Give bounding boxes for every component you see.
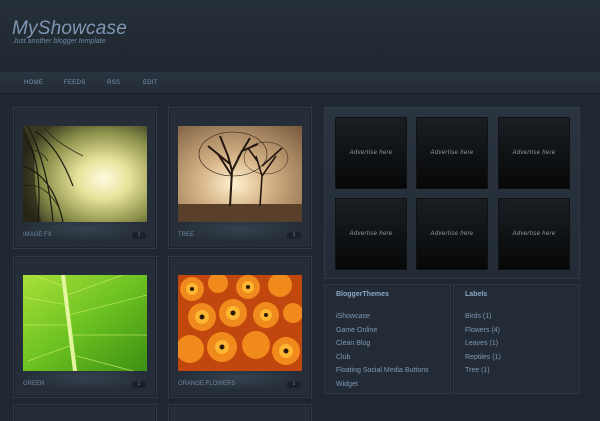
post-tile-green[interactable]: GREEN 1 xyxy=(13,256,157,398)
tile-label[interactable]: GREEN xyxy=(23,381,44,387)
main-nav: HOME FEEDS RSS EDIT xyxy=(0,72,600,94)
list-item[interactable]: Birds (1) xyxy=(465,312,501,326)
list-item[interactable]: iShowcase xyxy=(336,312,429,326)
tile-label[interactable]: IMAGE FX xyxy=(23,232,52,238)
tile-label[interactable]: TREE xyxy=(178,232,194,238)
list-item[interactable]: Widget xyxy=(336,380,429,394)
thumbnail-tree[interactable] xyxy=(178,126,302,222)
ad-slot[interactable]: Advertise here xyxy=(335,198,407,270)
widget-title: Labels xyxy=(465,291,488,298)
widget-title: BloggerThemes xyxy=(336,291,389,298)
list-item[interactable]: Reptiles (1) xyxy=(465,353,501,367)
ad-slot[interactable]: Advertise here xyxy=(498,117,570,189)
list-item[interactable]: Leaves (1) xyxy=(465,339,501,353)
site-title[interactable]: MyShowcase xyxy=(12,18,127,40)
ad-text: Advertise here xyxy=(512,150,556,156)
post-tile-partial[interactable] xyxy=(13,404,157,421)
advertise-panel: Advertise here Advertise here Advertise … xyxy=(324,107,580,279)
leaf-image xyxy=(23,275,147,371)
ad-text: Advertise here xyxy=(430,150,474,156)
nav-feeds[interactable]: FEEDS xyxy=(64,80,86,86)
ad-text: Advertise here xyxy=(349,231,393,237)
ad-text: Advertise here xyxy=(430,231,474,237)
thumbnail-image-fx[interactable] xyxy=(23,126,147,222)
nav-home[interactable]: HOME xyxy=(24,80,43,86)
thumbnail-orange-flowers[interactable] xyxy=(178,275,302,371)
comment-count-badge: 1 xyxy=(287,381,301,388)
blogger-themes-list: iShowcase Game Online Clean Blog Club Fl… xyxy=(336,312,429,393)
list-item[interactable]: Flowers (4) xyxy=(465,326,501,340)
ad-slot[interactable]: Advertise here xyxy=(335,117,407,189)
thumbnail-green[interactable] xyxy=(23,275,147,371)
labels-widget: Labels Birds (1) Flowers (4) Leaves (1) … xyxy=(453,284,580,394)
nav-edit[interactable]: EDIT xyxy=(143,80,158,86)
post-tile-image-fx[interactable]: IMAGE FX 1 xyxy=(13,107,157,249)
comment-count-badge: 1 xyxy=(132,381,146,388)
tree-image xyxy=(178,126,302,222)
ad-slot[interactable]: Advertise here xyxy=(498,198,570,270)
list-item[interactable]: Floating Social Media Buttons xyxy=(336,366,429,380)
site-tagline: Just another blogger template xyxy=(13,38,106,45)
list-item[interactable]: Clean Blog xyxy=(336,339,429,353)
comment-count-badge: 1 xyxy=(287,232,301,239)
blogger-themes-widget: BloggerThemes iShowcase Game Online Clea… xyxy=(324,284,451,394)
nav-rss[interactable]: RSS xyxy=(107,80,120,86)
orange-flowers-image xyxy=(178,275,302,371)
site-header: MyShowcase Just another blogger template xyxy=(0,0,600,72)
grass-sunset-image xyxy=(23,126,147,222)
post-tile-orange-flowers[interactable]: ORANGE FLOWERS 1 xyxy=(168,256,312,398)
comment-count-badge: 1 xyxy=(132,232,146,239)
list-item[interactable]: Club xyxy=(336,353,429,367)
ad-text: Advertise here xyxy=(512,231,556,237)
ad-text: Advertise here xyxy=(349,150,393,156)
tile-label[interactable]: ORANGE FLOWERS xyxy=(178,381,235,387)
ad-slot[interactable]: Advertise here xyxy=(416,198,488,270)
labels-list: Birds (1) Flowers (4) Leaves (1) Reptile… xyxy=(465,312,501,380)
post-tile-tree[interactable]: TREE 1 xyxy=(168,107,312,249)
list-item[interactable]: Game Online xyxy=(336,326,429,340)
post-tile-partial[interactable] xyxy=(168,404,312,421)
list-item[interactable]: Tree (1) xyxy=(465,366,501,380)
ad-slot[interactable]: Advertise here xyxy=(416,117,488,189)
